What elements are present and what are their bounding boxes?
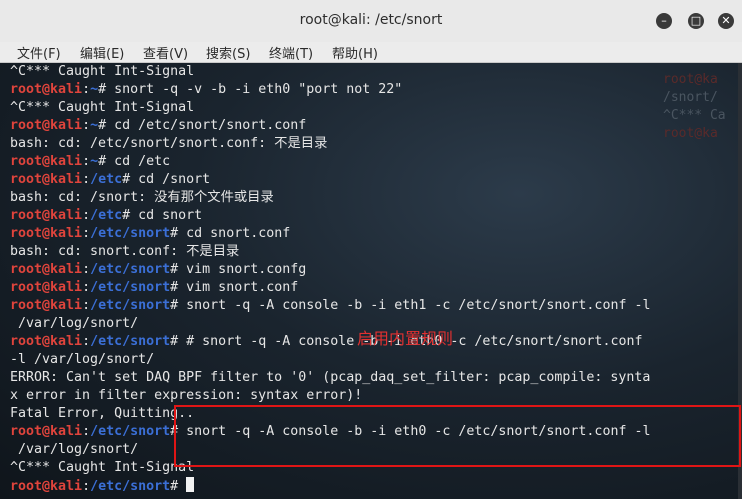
terminal-line: bash: cd: /snort: 没有那个文件或目录 [10, 189, 650, 207]
maximize-icon[interactable]: □ [688, 13, 704, 29]
terminal-line: bash: cd: snort.conf: 不是目录 [10, 243, 650, 261]
prompt-path: :/etc/snort# [82, 280, 179, 295]
terminal-line: /var/log/snort/ [10, 315, 650, 333]
command-text: ^C*** Caught Int-Signal [10, 100, 195, 115]
annotation-label: 启用内置规则 [357, 329, 454, 348]
prompt-user: root@kali [10, 226, 83, 241]
command-text: bash: cd: /etc/snort/snort.conf: 不是目录 [10, 136, 328, 151]
terminal-line: root@kali:~# snort -q -v -b -i eth0 "por… [10, 81, 650, 99]
minimize-icon[interactable]: – [656, 13, 672, 29]
prompt-user: root@kali [10, 172, 83, 187]
command-text: bash: cd: /snort: 没有那个文件或目录 [10, 190, 274, 205]
command-text: vim snort.conf [178, 280, 299, 295]
menu-view[interactable]: 查看(V) [143, 43, 188, 62]
terminal-line: x error in filter expression: syntax err… [10, 387, 650, 405]
prompt-path: :/etc/snort# [82, 262, 179, 277]
menu-terminal[interactable]: 终端(T) [269, 43, 313, 62]
command-text: /var/log/snort/ [10, 442, 139, 457]
terminal-line: root@kali:/etc/snort# cd snort.conf [10, 225, 650, 243]
terminal-line: root@kali:~# cd /etc [10, 153, 650, 171]
command-text: vim snort.confg [178, 262, 307, 277]
prompt-user: root@kali [10, 298, 83, 313]
terminal-line: ERROR: Can't set DAQ BPF filter to '0' (… [10, 369, 650, 387]
bg-line: ^C*** Ca [663, 108, 726, 123]
prompt-path: :/etc/snort# [82, 479, 179, 494]
terminal-line: root@kali:/etc/snort# snort -q -A consol… [10, 297, 650, 315]
prompt-path: :~# [82, 82, 107, 97]
prompt-path: :/etc# [82, 208, 131, 223]
prompt-path: :/etc# [82, 172, 131, 187]
prompt-path: :/etc/snort# [82, 334, 179, 349]
prompt-user: root@kali [10, 154, 83, 169]
text-cursor [186, 477, 195, 492]
command-text: /var/log/snort/ [10, 316, 139, 331]
prompt-user: root@kali [10, 262, 83, 277]
command-text: bash: cd: snort.conf: 不是目录 [10, 244, 240, 259]
title-bar: root@kali: /etc/snort – □ ✕ [0, 0, 742, 43]
terminal-line: root@kali:/etc/snort# # snort -q -A cons… [10, 333, 650, 351]
prompt-user: root@kali [10, 82, 83, 97]
terminal-line: root@kali:/etc# cd /snort [10, 171, 650, 189]
command-text: cd /etc/snort/snort.conf [106, 118, 307, 133]
close-icon[interactable]: ✕ [718, 13, 734, 29]
menu-bar: 文件(F) 编辑(E) 查看(V) 搜索(S) 终端(T) 帮助(H) [0, 42, 742, 63]
command-text: cd snort.conf [178, 226, 291, 241]
command-text: x error in filter expression: syntax err… [10, 388, 363, 403]
bg-line: root@ka [663, 126, 718, 141]
prompt-path: :/etc/snort# [82, 298, 179, 313]
command-text: -l /var/log/snort/ [10, 352, 155, 367]
terminal-line: ^C*** Caught Int-Signal [10, 99, 650, 117]
terminal-line: root@kali:/etc/snort# vim snort.confg [10, 261, 650, 279]
command-text: snort -q -A console -b -i eth1 -c /etc/s… [178, 298, 651, 313]
prompt-user: root@kali [10, 118, 83, 133]
prompt-user: root@kali [10, 479, 83, 494]
command-text: cd /etc [106, 154, 171, 169]
prompt-user: root@kali [10, 208, 83, 223]
command-text: ERROR: Can't set DAQ BPF filter to '0' (… [10, 370, 651, 385]
command-text: Fatal Error, Quitting.. [10, 406, 195, 421]
menu-file[interactable]: 文件(F) [17, 43, 61, 62]
prompt-path: :/etc/snort# [82, 424, 179, 439]
command-text: snort -q -v -b -i eth0 "port not 22" [106, 82, 403, 97]
menu-help[interactable]: 帮助(H) [332, 43, 378, 62]
command-text [178, 479, 186, 494]
menu-edit[interactable]: 编辑(E) [80, 43, 124, 62]
prompt-path: :~# [82, 154, 107, 169]
terminal-line: root@kali:~# cd /etc/snort/snort.conf [10, 117, 650, 135]
window-title: root@kali: /etc/snort [299, 12, 443, 28]
highlight-box [174, 405, 741, 467]
menu-search[interactable]: 搜索(S) [206, 43, 250, 62]
terminal-line: root@kali:/etc/snort# [10, 477, 650, 495]
command-text: cd snort [130, 208, 203, 223]
prompt-user: root@kali [10, 424, 83, 439]
terminal-line: bash: cd: /etc/snort/snort.conf: 不是目录 [10, 135, 650, 153]
command-text: cd /snort [130, 172, 211, 187]
prompt-path: :~# [82, 118, 107, 133]
prompt-user: root@kali [10, 280, 83, 295]
terminal-line: ^C*** Caught Int-Signal [10, 63, 650, 81]
bg-line: /snort/ [663, 90, 718, 105]
prompt-path: :/etc/snort# [82, 226, 179, 241]
background-window-text: root@ka/snort/ ^C*** Ca root@ka [663, 71, 726, 143]
terminal-line: root@kali:/etc# cd snort [10, 207, 650, 225]
command-text: ^C*** Caught Int-Signal [10, 64, 195, 79]
terminal-line: root@kali:/etc/snort# vim snort.conf [10, 279, 650, 297]
bg-line: root@ka [663, 72, 718, 87]
prompt-user: root@kali [10, 334, 83, 349]
command-text: ^C*** Caught Int-Signal [10, 460, 195, 475]
terminal-line: -l /var/log/snort/ [10, 351, 650, 369]
